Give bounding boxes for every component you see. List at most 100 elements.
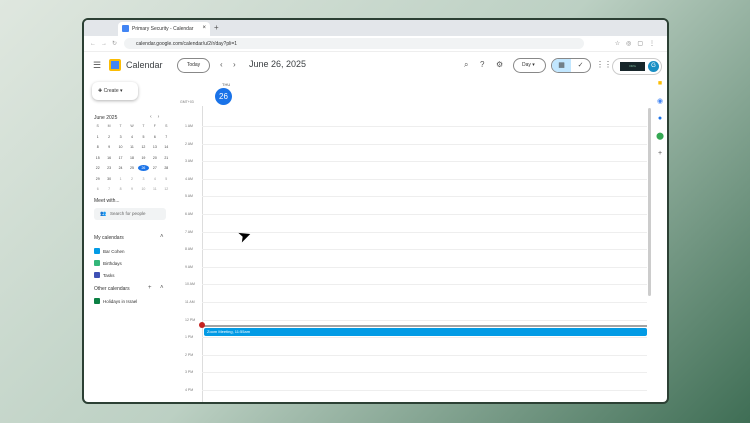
mini-cal-day[interactable]: 15 xyxy=(92,155,103,161)
checkbox-icon[interactable] xyxy=(94,272,100,278)
current-time-line xyxy=(202,325,647,327)
mini-cal-day[interactable]: 3 xyxy=(115,134,126,140)
mini-cal-day[interactable]: 8 xyxy=(92,144,103,150)
mini-cal-day[interactable]: 30 xyxy=(103,176,114,182)
mini-cal-day[interactable]: 13 xyxy=(149,144,160,150)
event-zoom-meeting[interactable]: Zoom Meeting, 11:55am xyxy=(204,328,647,336)
mini-cal-day[interactable]: 1 xyxy=(115,176,126,182)
mini-cal-day[interactable]: 17 xyxy=(115,155,126,161)
settings-icon[interactable]: ⚙ xyxy=(496,60,503,69)
add-addon-icon[interactable]: + xyxy=(652,150,667,157)
mini-cal-day[interactable]: 28 xyxy=(161,165,172,171)
mini-cal-day[interactable]: 2 xyxy=(126,176,137,182)
mini-cal-day[interactable]: 12 xyxy=(138,144,149,150)
help-icon[interactable]: ? xyxy=(480,60,484,69)
hour-label: 12 PM xyxy=(185,317,196,322)
day-number[interactable]: 26 xyxy=(215,88,232,105)
mini-cal-day[interactable]: 24 xyxy=(115,165,126,171)
mini-cal-day[interactable]: 6 xyxy=(92,186,103,192)
browser-window: Primary Security - Calendar × + ←→↻ calen… xyxy=(82,18,669,404)
hour-line xyxy=(202,196,647,198)
mini-cal-day[interactable]: 25 xyxy=(126,165,137,171)
tasks-icon[interactable]: ◉ xyxy=(652,97,667,105)
calendar-label: Tasks xyxy=(103,273,115,278)
mini-cal-day[interactable]: 23 xyxy=(103,165,114,171)
checkbox-icon[interactable] xyxy=(94,260,100,266)
mini-cal-day[interactable]: 10 xyxy=(115,144,126,150)
calendar-item[interactable]: Bar Cohen xyxy=(94,248,125,254)
mini-cal-title: June 2025 xyxy=(94,115,118,121)
hour-label: 3 AM xyxy=(185,159,193,164)
mini-cal-day[interactable]: 29 xyxy=(92,176,103,182)
checkbox-icon[interactable] xyxy=(94,248,100,254)
calendar-item[interactable]: Tasks xyxy=(94,272,115,278)
today-button[interactable]: Today xyxy=(177,58,210,73)
other-calendars-label[interactable]: Other calendars xyxy=(94,286,130,292)
mini-cal-day[interactable]: 9 xyxy=(103,144,114,150)
close-tab-icon[interactable]: × xyxy=(202,25,206,31)
account-button[interactable]: ORG G xyxy=(612,58,662,75)
mini-cal-day[interactable]: 3 xyxy=(138,176,149,182)
mini-cal-day[interactable]: 16 xyxy=(103,155,114,161)
my-calendars-label[interactable]: My calendars xyxy=(94,235,124,241)
hour-line xyxy=(202,161,647,163)
nav-buttons-icon[interactable]: ←→↻ xyxy=(90,40,122,47)
maps-icon[interactable]: ⬤ xyxy=(652,132,667,140)
mini-cal-day[interactable]: 21 xyxy=(161,155,172,161)
scrollbar[interactable] xyxy=(648,108,651,296)
new-tab-button[interactable]: + xyxy=(214,23,219,32)
mini-cal-day[interactable]: 26 xyxy=(137,165,150,171)
mini-cal-day[interactable]: 4 xyxy=(126,134,137,140)
mini-cal-day[interactable]: 7 xyxy=(103,186,114,192)
mini-cal-day[interactable]: 2 xyxy=(103,134,114,140)
search-people-input[interactable]: 👥 Search for people xyxy=(94,208,166,220)
hour-line xyxy=(202,249,647,251)
apps-grid-icon[interactable]: ⋮⋮ xyxy=(596,60,612,69)
avatar[interactable]: G xyxy=(648,61,659,72)
weekday-label: F xyxy=(153,124,156,128)
view-label: Day xyxy=(522,62,531,68)
mini-cal-day[interactable]: 10 xyxy=(138,186,149,192)
tasks-view-icon[interactable]: ✓ xyxy=(571,59,590,72)
checkbox-icon[interactable] xyxy=(94,298,100,304)
mini-cal-day[interactable]: 1 xyxy=(92,134,103,140)
chevron-up-icon[interactable]: ˄ xyxy=(160,285,164,291)
mini-cal-day[interactable]: 9 xyxy=(126,186,137,192)
mini-cal-day[interactable]: 22 xyxy=(92,165,103,171)
mini-cal-day[interactable]: 18 xyxy=(126,155,137,161)
mini-cal-day[interactable]: 8 xyxy=(115,186,126,192)
keep-icon[interactable]: ■ xyxy=(652,80,667,87)
extensions-icon[interactable]: ☆◎▢⋮ xyxy=(615,40,661,47)
chevron-up-icon[interactable]: ˄ xyxy=(160,234,164,240)
mini-cal-day[interactable]: 11 xyxy=(149,186,160,192)
calendar-item[interactable]: Birthdays xyxy=(94,260,122,266)
calendar-view-icon[interactable]: ▦ xyxy=(552,59,571,72)
search-icon[interactable]: ⌕ xyxy=(464,60,468,70)
mini-cal-day[interactable]: 5 xyxy=(161,176,172,182)
prev-day-icon[interactable]: ‹ xyxy=(220,60,223,69)
mini-cal-day[interactable]: 14 xyxy=(161,144,172,150)
add-calendar-icon[interactable]: + xyxy=(148,285,152,291)
mini-cal-day[interactable]: 5 xyxy=(138,134,149,140)
mini-cal-day[interactable]: 20 xyxy=(149,155,160,161)
main-menu-icon[interactable]: ☰ xyxy=(93,60,101,71)
mini-cal-day[interactable]: 12 xyxy=(161,186,172,192)
view-select[interactable]: Day ▾ xyxy=(513,58,546,73)
mini-cal-nav-icon[interactable]: ‹› xyxy=(150,114,165,120)
mini-cal-day[interactable]: 6 xyxy=(149,134,160,140)
next-day-icon[interactable]: › xyxy=(233,60,236,69)
calendar-tasks-toggle[interactable]: ▦ ✓ xyxy=(551,58,591,73)
mini-cal-day[interactable]: 7 xyxy=(161,134,172,140)
day-grid[interactable]: THU 26 GMT+03 Zoom Meeting, 11:55am 1 AM… xyxy=(180,78,651,402)
url-input[interactable]: calendar.google.com/calendar/u/2/r/day?p… xyxy=(124,38,584,49)
mini-cal-day[interactable]: 27 xyxy=(149,165,160,171)
mini-cal-day[interactable]: 11 xyxy=(126,144,137,150)
mini-cal-day[interactable]: 4 xyxy=(149,176,160,182)
create-button[interactable]: ✚ Create ▾ xyxy=(92,82,138,100)
calendar-label: Holidays in Israel xyxy=(103,299,138,304)
calendar-item[interactable]: Holidays in Israel xyxy=(94,298,138,304)
mini-cal-day[interactable]: 19 xyxy=(138,155,149,161)
browser-tab[interactable]: Primary Security - Calendar × xyxy=(118,22,210,36)
contacts-icon[interactable]: ● xyxy=(652,115,667,122)
hour-label: 1 PM xyxy=(185,335,194,340)
